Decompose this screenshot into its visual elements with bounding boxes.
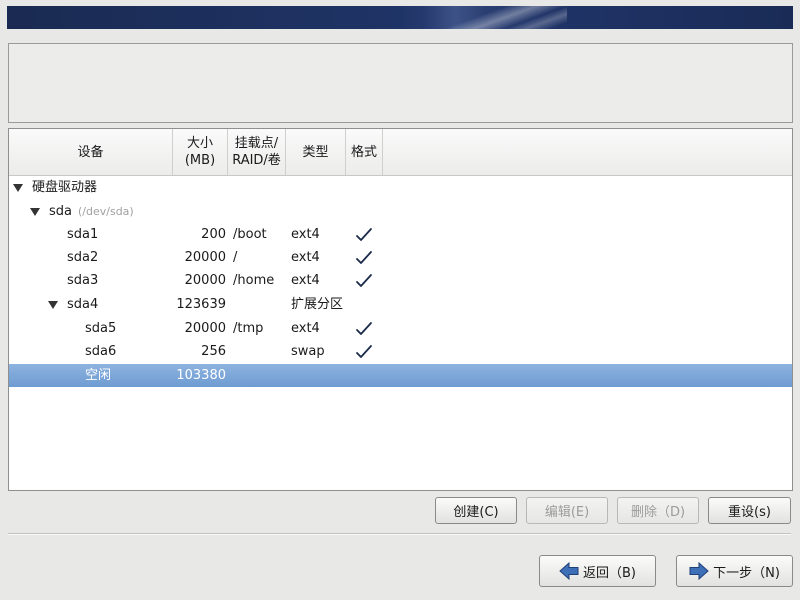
partition-mount: /	[233, 250, 238, 265]
partition-tree[interactable]: 设备 大小 (MB) 挂载点/ RAID/卷 类型 格式 硬盘驱动器 sda (/…	[8, 128, 793, 491]
partition-device: sda3	[67, 273, 99, 288]
next-label: 下一步（N)	[713, 565, 780, 581]
partition-size: 123639	[176, 297, 226, 312]
partition-size: 200	[201, 227, 226, 242]
delete-button[interactable]: 删除（D)	[617, 497, 699, 524]
partition-type: ext4	[291, 227, 320, 242]
format-check-icon	[356, 345, 372, 358]
format-check-icon	[356, 322, 372, 335]
partition-type: ext4	[291, 250, 320, 265]
format-check-icon	[356, 251, 372, 264]
banner-decoration	[427, 6, 567, 29]
partition-size: 20000	[184, 273, 226, 288]
partition-row[interactable]: sda4 123639 扩展分区	[9, 293, 792, 316]
partition-size: 20000	[184, 250, 226, 265]
header-banner	[7, 6, 793, 29]
tree-row-disk[interactable]: sda (/dev/sda)	[9, 200, 792, 223]
partition-row[interactable]: 空闲 103380	[9, 364, 792, 387]
partition-row[interactable]: sda6 256 swap	[9, 340, 792, 363]
info-panel	[8, 43, 793, 123]
partition-device: 空闲	[85, 368, 112, 383]
divider	[8, 533, 791, 535]
partition-device: sda4	[67, 297, 99, 312]
format-check-icon	[356, 274, 372, 287]
reset-button[interactable]: 重设(s)	[708, 497, 791, 524]
column-header-format[interactable]: 格式	[346, 129, 383, 175]
partition-type: ext4	[291, 273, 320, 288]
partition-row[interactable]: sda5 20000/tmp ext4	[9, 317, 792, 340]
expand-triangle-icon[interactable]	[28, 200, 42, 223]
expand-triangle-icon[interactable]	[11, 176, 25, 199]
expand-triangle-icon[interactable]	[46, 293, 60, 316]
partition-mount: /tmp	[233, 321, 264, 336]
column-header-size[interactable]: 大小 (MB)	[173, 129, 228, 175]
partition-mount: /home	[233, 273, 275, 288]
back-label: 返回（B)	[583, 565, 636, 581]
edit-button[interactable]: 编辑(E)	[526, 497, 608, 524]
next-button[interactable]: 下一步（N)	[676, 555, 793, 587]
partition-device: sda5	[85, 321, 117, 336]
partition-size: 103380	[176, 368, 226, 383]
partition-row[interactable]: sda1 200/boot ext4	[9, 223, 792, 246]
next-arrow-icon	[689, 561, 709, 581]
tree-header: 设备 大小 (MB) 挂载点/ RAID/卷 类型 格式	[9, 129, 792, 176]
back-arrow-icon	[559, 561, 579, 581]
partition-size: 20000	[184, 321, 226, 336]
partition-device: sda2	[67, 250, 99, 265]
tree-row-hard-drives[interactable]: 硬盘驱动器	[9, 176, 792, 199]
create-button[interactable]: 创建(C)	[435, 497, 517, 524]
partition-device: sda6	[85, 344, 117, 359]
disk-path: (/dev/sda)	[78, 205, 134, 218]
partition-type: 扩展分区	[291, 297, 344, 312]
partition-row[interactable]: sda2 20000 / ext4	[9, 246, 792, 269]
partition-mount: /boot	[233, 227, 267, 242]
column-header-device[interactable]: 设备	[9, 129, 173, 175]
column-header-mount[interactable]: 挂载点/ RAID/卷	[228, 129, 286, 175]
format-check-icon	[356, 228, 372, 241]
partition-device: sda1	[67, 227, 99, 242]
disk-name: sda	[49, 204, 72, 219]
column-header-type[interactable]: 类型	[286, 129, 346, 175]
partition-type: swap	[291, 344, 325, 359]
partition-type: ext4	[291, 321, 320, 336]
hard-drives-label: 硬盘驱动器	[32, 180, 98, 195]
back-button[interactable]: 返回（B)	[539, 555, 656, 587]
partition-row[interactable]: sda3 20000/home ext4	[9, 269, 792, 292]
partition-size: 256	[201, 344, 226, 359]
disk-label: sda (/dev/sda)	[49, 200, 134, 223]
